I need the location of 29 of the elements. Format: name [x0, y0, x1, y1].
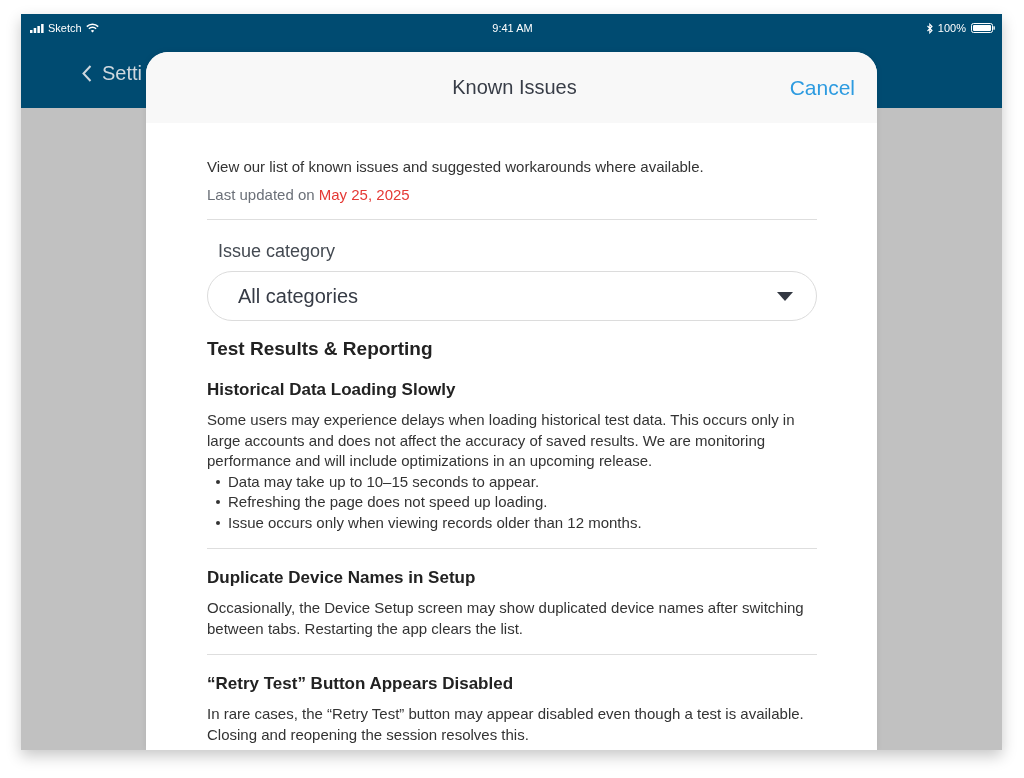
battery-icon	[971, 23, 995, 33]
bullet-text: Issue occurs only when viewing records older than 12 months.	[228, 512, 642, 533]
field-label: Issue category	[218, 240, 337, 263]
back-button[interactable]: Setti	[82, 61, 143, 85]
category-dropdown[interactable]: All categories	[207, 271, 817, 321]
issue-description: Some users may experience delays when loading historical test data. This occurs only in large accounts and does not affect the accuracy of saved results. We are monitoring performance and will include optimizations in an upcoming release.	[207, 410, 796, 471]
bullet-icon	[216, 520, 220, 525]
signal-bars-icon	[30, 23, 44, 33]
issue-title: “Retry Test” Button Appears Disabled	[207, 673, 515, 695]
bullet-text: Refreshing the page does not speed up loading.	[228, 492, 548, 512]
back-chevron-icon	[82, 64, 92, 82]
last-updated-date: May 25, 2025	[318, 186, 410, 203]
issue-description: In rare cases, the “Retry Test” button may appear disabled even though a test is available. Closing and reopening the session resolves this.	[207, 704, 805, 745]
status-time: 9:41 AM	[492, 22, 533, 34]
issue-title: Duplicate Device Names in Setup	[207, 567, 477, 589]
carrier-name: Sketch	[48, 22, 82, 34]
bluetooth-icon	[926, 22, 933, 34]
intro-text: View our list of known issues and suggested workarounds where available.	[207, 157, 705, 177]
issue-description: Occasionally, the Device Setup screen may show duplicated device names after switching between tabs. Restarting the app clears the list.	[207, 598, 805, 639]
last-updated-label: Last updated on	[207, 186, 315, 203]
modal-title: Known Issues	[452, 76, 577, 99]
bullet-icon	[216, 500, 220, 505]
issue-title: Historical Data Loading Slowly	[207, 379, 457, 401]
bullet-icon	[216, 479, 220, 484]
battery-percent: 100%	[937, 22, 966, 34]
dropdown-caret-icon	[777, 291, 793, 301]
section-heading: Test Results & Reporting	[207, 337, 434, 361]
wifi-icon	[85, 23, 99, 33]
bullet-text: Data may take up to 10–15 seconds to appear.	[228, 471, 540, 492]
